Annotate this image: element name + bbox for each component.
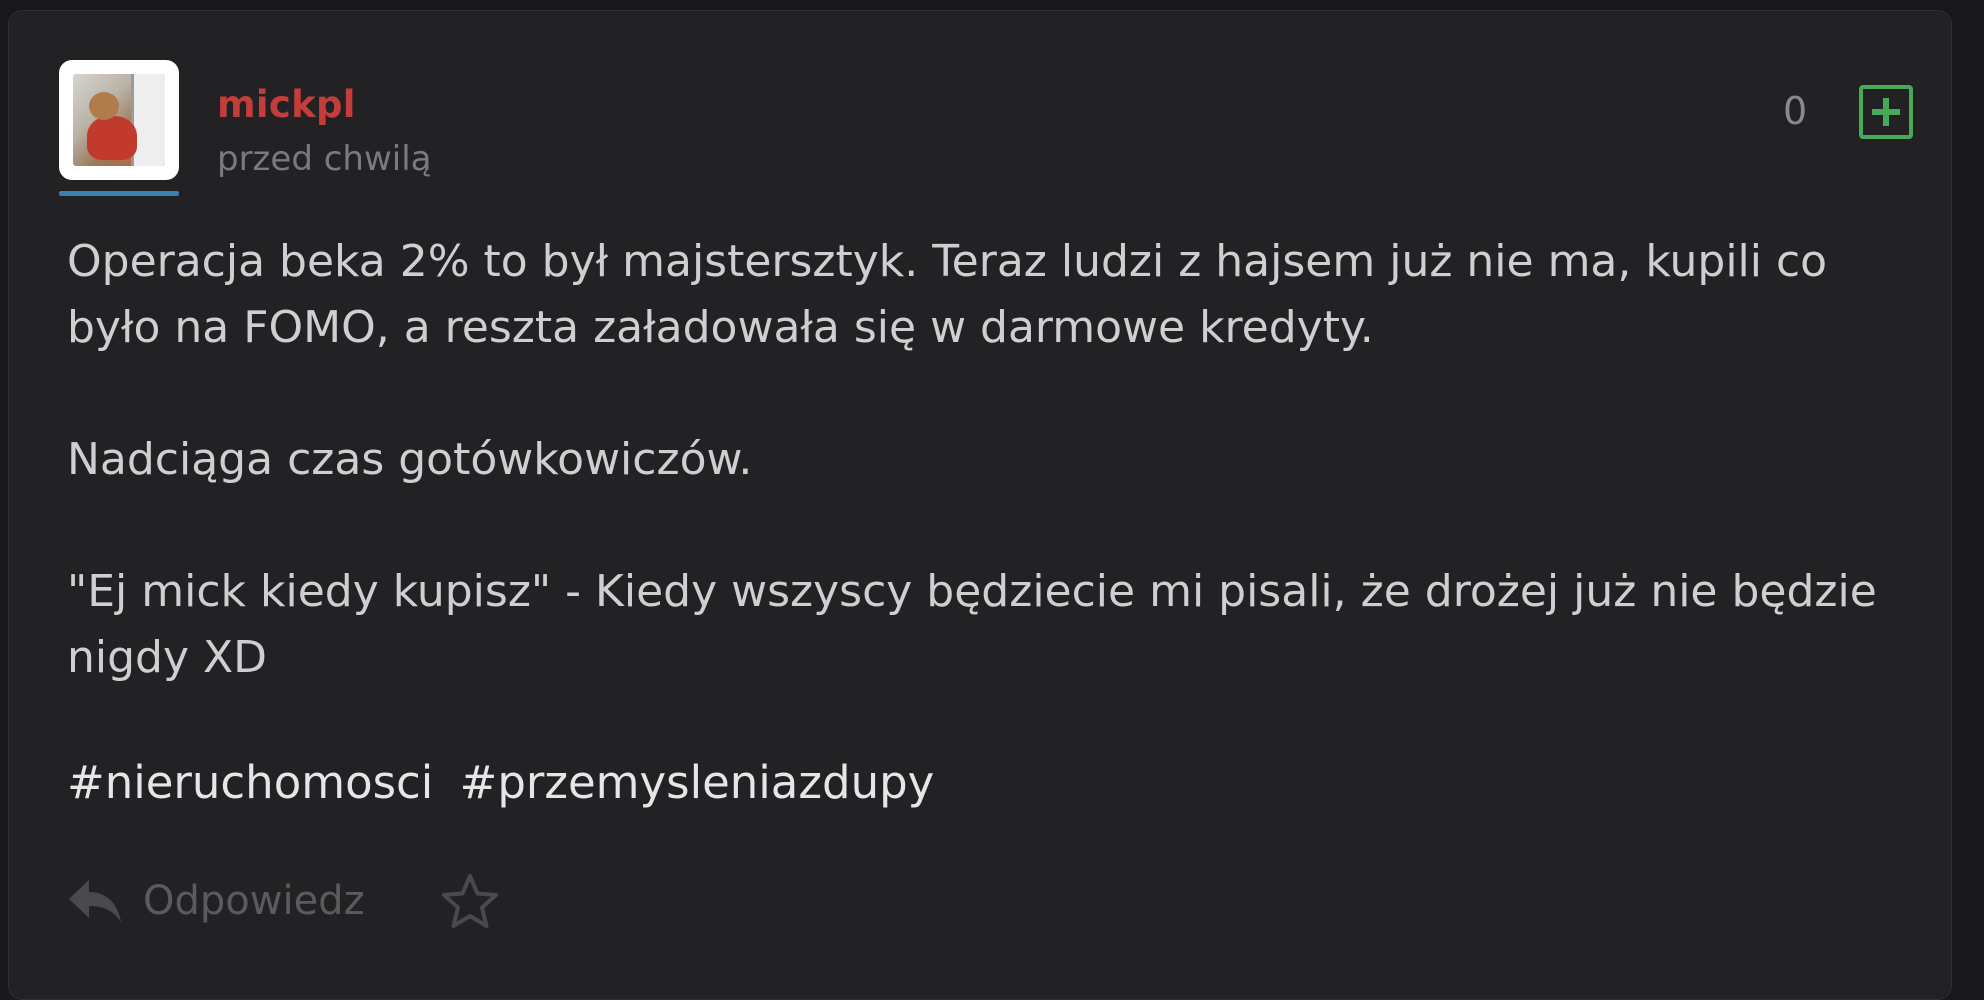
tag-list: #nieruchomosci #przemysleniazdupy [67, 756, 946, 809]
reply-button[interactable]: Odpowiedz [67, 878, 365, 924]
plus-button[interactable] [1859, 85, 1913, 139]
avatar-frame [59, 60, 179, 180]
entry-body: Operacja beka 2% to był majstersztyk. Te… [67, 229, 1927, 757]
star-outline-icon [441, 874, 498, 928]
reply-arrow-icon [69, 880, 121, 922]
entry-paragraph: Operacja beka 2% to był majstersztyk. Te… [67, 236, 1842, 353]
avatar-gender-bar [59, 191, 179, 196]
tag-link[interactable]: #nieruchomosci [67, 756, 433, 809]
entry-paragraph: Nadciąga czas gotówkowiczów. [67, 434, 753, 485]
entry-card: mickpl przed chwilą 0 Operacja beka 2% t… [8, 10, 1952, 1000]
favorite-button[interactable] [441, 873, 499, 929]
tag-link[interactable]: #przemysleniazdupy [460, 756, 935, 809]
author-name[interactable]: mickpl [217, 83, 356, 126]
reply-label: Odpowiedz [143, 878, 365, 924]
plus-icon [1872, 98, 1900, 126]
entry-paragraph: "Ej mick kiedy kupisz" - Kiedy wszyscy b… [67, 566, 1891, 683]
entry-actions: Odpowiedz [67, 871, 499, 931]
post-time[interactable]: przed chwilą [217, 139, 432, 179]
vote-count[interactable]: 0 [1783, 89, 1807, 133]
avatar[interactable] [59, 60, 179, 196]
avatar-image [73, 74, 165, 166]
